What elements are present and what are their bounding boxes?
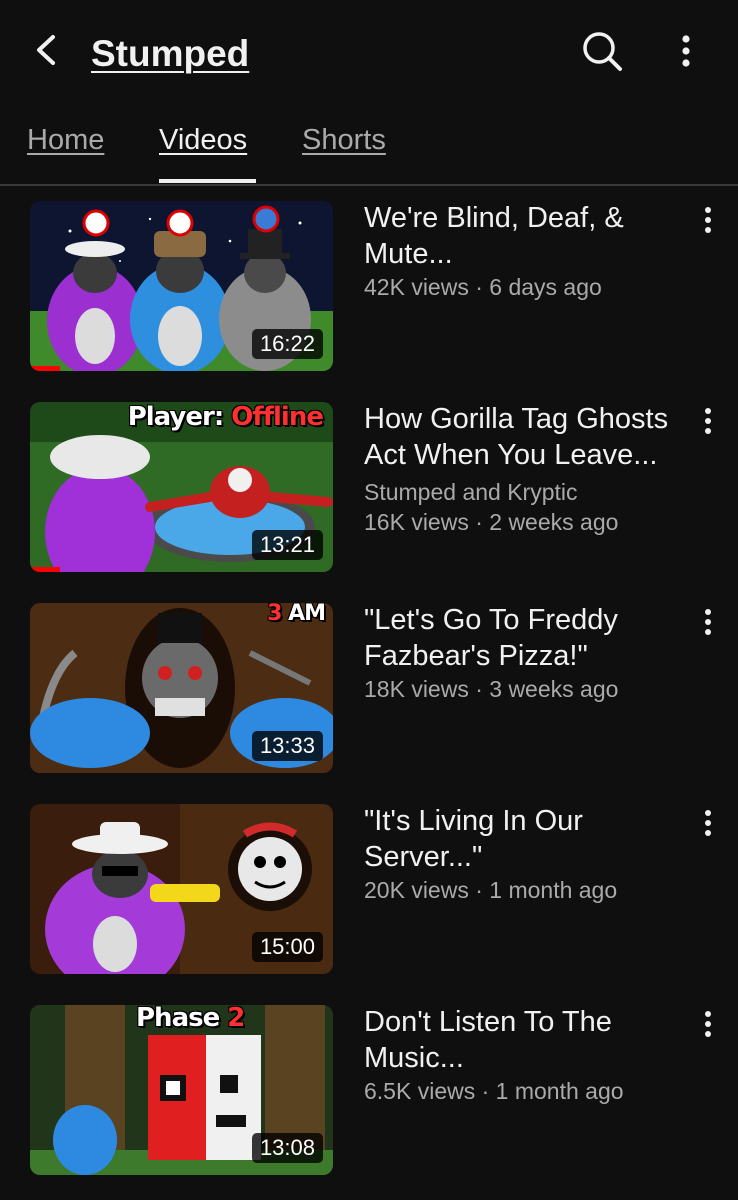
video-thumbnail[interactable]: Phase 2 13:08 (30, 1005, 333, 1175)
video-more-button[interactable] (694, 405, 722, 441)
more-vert-icon (703, 406, 713, 441)
video-more-button[interactable] (694, 1008, 722, 1044)
video-item[interactable]: Phase 2 13:08 Don't Listen To The Music.… (0, 990, 738, 1180)
more-options-button[interactable] (664, 29, 708, 77)
video-duration: 13:21 (251, 530, 323, 560)
arrow-left-icon (31, 33, 61, 72)
video-more-button[interactable] (694, 807, 722, 843)
video-item[interactable]: 16:22 We're Blind, Deaf, & Mute... 42K v… (0, 186, 738, 376)
search-button[interactable] (578, 29, 626, 77)
video-title[interactable]: How Gorilla Tag Ghosts Act When You Leav… (364, 401, 689, 473)
video-thumbnail[interactable]: 16:22 (30, 201, 333, 371)
top-app-bar: Stumped (0, 0, 738, 110)
watch-progress-bar (30, 567, 61, 572)
video-duration: 13:08 (251, 1133, 323, 1163)
video-duration: 16:22 (251, 329, 323, 359)
video-channel[interactable]: Stumped and Kryptic (364, 477, 689, 507)
active-tab-indicator (159, 179, 256, 183)
video-meta: "Let's Go To Freddy Fazbear's Pizza!" 18… (364, 602, 689, 704)
video-title[interactable]: Don't Listen To The Music... (364, 1004, 689, 1076)
back-button[interactable] (24, 30, 68, 74)
video-meta: We're Blind, Deaf, & Mute... 42K views ·… (364, 200, 689, 302)
video-item[interactable]: 3 AM 13:33 "Let's Go To Freddy Fazbear's… (0, 588, 738, 778)
video-views-age: 20K views · 1 month ago (364, 877, 618, 903)
more-vert-icon (703, 1009, 713, 1044)
channel-tabs: Home Videos Shorts (0, 110, 738, 186)
video-meta: How Gorilla Tag Ghosts Act When You Leav… (364, 401, 689, 537)
video-item[interactable]: 15:00 "It's Living In Our Server..." 20K… (0, 789, 738, 979)
more-vert-icon (703, 607, 713, 642)
video-duration: 13:33 (251, 731, 323, 761)
thumbnail-overlay-text: Phase 2 (136, 1005, 245, 1033)
more-vert-icon (703, 808, 713, 843)
search-icon (580, 29, 624, 78)
video-thumbnail[interactable]: 15:00 (30, 804, 333, 974)
video-duration: 15:00 (251, 932, 323, 962)
watch-progress-bar (30, 366, 61, 371)
video-more-button[interactable] (694, 606, 722, 642)
video-views-age: 6.5K views · 1 month ago (364, 1078, 624, 1104)
video-meta: "It's Living In Our Server..." 20K views… (364, 803, 689, 905)
video-title[interactable]: We're Blind, Deaf, & Mute... (364, 200, 689, 272)
video-more-button[interactable] (694, 204, 722, 240)
tab-shorts[interactable]: Shorts (302, 122, 386, 158)
video-views-age: 16K views · 2 weeks ago (364, 509, 619, 535)
more-vert-icon (703, 205, 713, 240)
video-title[interactable]: "It's Living In Our Server..." (364, 803, 689, 875)
video-thumbnail[interactable]: 3 AM 13:33 (30, 603, 333, 773)
video-item[interactable]: Player: Offline 13:21 How Gorilla Tag Gh… (0, 387, 738, 577)
video-title[interactable]: "Let's Go To Freddy Fazbear's Pizza!" (364, 602, 689, 674)
thumbnail-overlay-text: Player: Offline (127, 402, 324, 432)
thumbnail-overlay-text: 3 AM (267, 603, 326, 626)
video-thumbnail[interactable]: Player: Offline 13:21 (30, 402, 333, 572)
video-meta: Don't Listen To The Music... 6.5K views … (364, 1004, 689, 1106)
tab-videos[interactable]: Videos (159, 122, 247, 158)
video-views-age: 18K views · 3 weeks ago (364, 676, 619, 702)
channel-title[interactable]: Stumped (91, 30, 249, 78)
video-views-age: 42K views · 6 days ago (364, 274, 602, 300)
more-vert-icon (680, 33, 692, 74)
tab-home[interactable]: Home (27, 122, 104, 158)
